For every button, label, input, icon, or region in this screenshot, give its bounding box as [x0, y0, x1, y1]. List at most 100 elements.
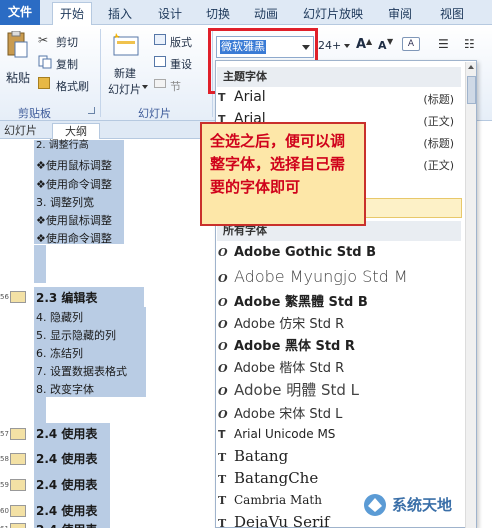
tab-animations[interactable]: 动画	[246, 4, 286, 24]
outline-line[interactable]: ❖使用命令调整	[36, 230, 112, 246]
theme-font-item[interactable]: T Arial (标题)	[218, 89, 460, 109]
format-painter-button[interactable]: 格式刷	[38, 77, 96, 93]
outline-line[interactable]: 8. 改变字体	[36, 381, 94, 397]
layout-icon	[154, 34, 166, 45]
slide-title[interactable]: 2.4 使用表	[36, 450, 97, 467]
tab-slideshow[interactable]: 幻灯片放映	[296, 4, 370, 24]
numbering-icon[interactable]: ☷	[464, 37, 475, 51]
font-item[interactable]: O Adobe 仿宋 Std R	[218, 313, 460, 335]
slide-thumbnail-icon[interactable]	[10, 453, 26, 465]
font-item[interactable]: T BatangChe	[218, 469, 460, 491]
slide-number: 58	[0, 455, 9, 463]
tab-view[interactable]: 视图	[432, 4, 472, 24]
tab-design[interactable]: 设计	[150, 4, 190, 24]
app-window: 文件 开始 插入 设计 切换 动画 幻灯片放映 审阅 视图 粘贴 ✂ 剪切 复制	[0, 0, 492, 528]
selection-highlight	[34, 245, 46, 283]
new-slide-label-2: 幻灯片	[108, 83, 141, 96]
pane-tab-bar: 幻灯片 大纲	[0, 121, 215, 139]
font-item-name: Adobe 明體 Std L	[234, 381, 360, 399]
font-item-name: Adobe Gothic Std B	[234, 245, 377, 260]
outline-line[interactable]: 6. 冻结列	[36, 345, 83, 361]
outline-line[interactable]: 5. 显示隐藏的列	[36, 327, 116, 343]
paste-button[interactable]: 粘贴	[4, 29, 30, 85]
watermark-logo-icon	[364, 494, 386, 516]
slide-thumbnail-icon[interactable]	[10, 505, 26, 517]
tab-review[interactable]: 审阅	[380, 4, 420, 24]
slide-thumbnail-icon[interactable]	[10, 428, 26, 440]
cut-button[interactable]: ✂ 剪切	[38, 33, 88, 49]
new-slide-label-1: 新建	[114, 67, 136, 80]
selection-highlight	[34, 397, 46, 423]
tab-insert[interactable]: 插入	[100, 4, 140, 24]
dropdown-arrow-icon[interactable]	[344, 44, 350, 48]
grow-arrow-icon: ▲	[366, 37, 373, 46]
font-item-name: BatangChe	[234, 469, 319, 487]
slide-thumbnail-icon[interactable]	[10, 291, 26, 303]
annotation-callout: 全选之后，便可以调整字体，选择自己需要的字体即可	[200, 122, 366, 226]
font-item[interactable]: O Adobe 繁黑體 Std B	[218, 291, 460, 313]
shrink-font-button[interactable]: A	[378, 39, 387, 52]
bullets-icon[interactable]: ☰	[438, 37, 449, 51]
clear-formatting-icon[interactable]: A	[402, 37, 420, 51]
dropdown-arrow-icon[interactable]	[142, 85, 148, 89]
slide-thumbnail-icon[interactable]	[10, 479, 26, 491]
tab-slides[interactable]: 幻灯片	[4, 123, 48, 139]
selection-highlight	[34, 140, 124, 244]
slide-number: 57	[0, 430, 9, 438]
outline-line[interactable]: ❖使用命令调整	[36, 176, 112, 192]
slide-thumbnail-icon[interactable]	[10, 523, 26, 528]
font-item-name: Batang	[234, 447, 289, 465]
font-item[interactable]: O Adobe 明體 Std L	[218, 379, 460, 403]
outline-line[interactable]: 4. 隐藏列	[36, 309, 83, 325]
cut-label: 剪切	[56, 36, 78, 49]
dialog-launcher-icon[interactable]	[88, 107, 95, 114]
outline-line[interactable]: 3. 调整列宽	[36, 194, 94, 210]
slide-title[interactable]: 2.3 编辑表	[36, 289, 97, 306]
slide-title[interactable]: 2.4 使用表	[36, 425, 97, 442]
font-item-tag: (标题)	[423, 137, 454, 150]
outline-line[interactable]: ❖使用鼠标调整	[36, 157, 112, 173]
font-item-name: Arial	[234, 89, 266, 105]
reset-button[interactable]: 重设	[154, 55, 206, 71]
slide-title[interactable]: 2.4 使用表	[36, 502, 97, 519]
outline-line[interactable]: ❖使用鼠标调整	[36, 212, 112, 228]
font-item[interactable]: T DejaVu Serif	[218, 513, 460, 528]
slide-number: 60	[0, 507, 9, 515]
theme-fonts-header: 主题字体	[217, 67, 461, 87]
tab-transitions[interactable]: 切换	[198, 4, 238, 24]
opentype-icon: O	[218, 296, 228, 309]
outline-line[interactable]: 7. 设置数据表格式	[36, 363, 127, 379]
slide-title[interactable]: 2.4 使用表	[36, 476, 97, 493]
font-size-box[interactable]: 24+	[318, 39, 341, 52]
outline-line[interactable]: 2. 调整行高	[36, 140, 89, 152]
clipboard-group-label: 剪贴板	[18, 107, 51, 120]
grow-font-button[interactable]: A	[356, 37, 366, 52]
copy-button[interactable]: 复制	[38, 55, 94, 71]
font-item-name: DejaVu Serif	[234, 513, 330, 528]
font-item-tag: (正文)	[423, 159, 454, 172]
opentype-icon: O	[218, 318, 228, 331]
tab-file[interactable]: 文件	[0, 0, 40, 25]
font-item[interactable]: O Adobe Gothic Std B	[218, 245, 460, 267]
font-item[interactable]: T Arial Unicode MS	[218, 427, 460, 447]
scissors-icon: ✂	[38, 33, 49, 47]
font-item[interactable]: T Batang	[218, 447, 460, 469]
layout-label: 版式	[170, 36, 192, 49]
font-item[interactable]: O Adobe Myungjo Std M	[218, 267, 460, 291]
new-slide-icon	[113, 33, 139, 56]
scrollbar-thumb[interactable]	[467, 76, 476, 104]
font-item[interactable]: O Adobe 宋体 Std L	[218, 403, 460, 425]
tab-home[interactable]: 开始	[52, 2, 92, 26]
section-button[interactable]: 节	[154, 77, 206, 93]
tab-outline[interactable]: 大纲	[52, 123, 100, 139]
layout-button[interactable]: 版式	[154, 33, 206, 49]
dropdown-scrollbar[interactable]	[465, 62, 476, 528]
paste-icon	[7, 31, 28, 58]
font-item-name: Adobe 宋体 Std L	[234, 407, 343, 422]
font-item[interactable]: O Adobe 黑体 Std R	[218, 335, 460, 357]
scroll-up-icon[interactable]	[468, 65, 474, 69]
slide-title[interactable]: 2.4 使用表	[36, 521, 97, 528]
font-item[interactable]: O Adobe 楷体 Std R	[218, 357, 460, 379]
font-item-name: Adobe 仿宋 Std R	[234, 317, 345, 332]
truetype-icon: T	[218, 91, 226, 104]
